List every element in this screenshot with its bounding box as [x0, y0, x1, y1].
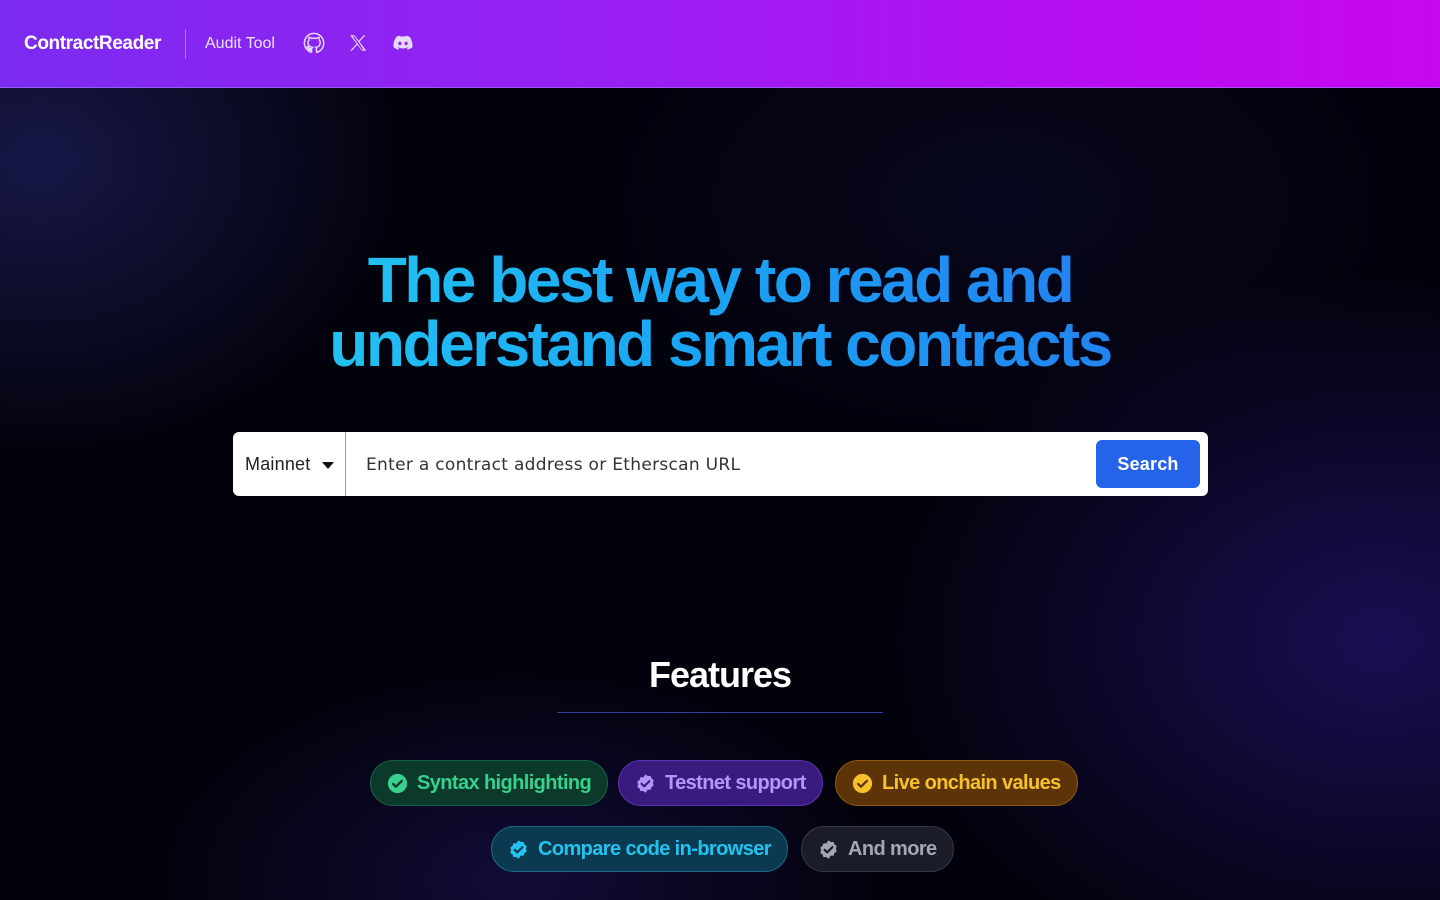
nav-divider	[185, 29, 186, 59]
top-navbar: ContractReader Audit Tool	[0, 0, 1440, 88]
audit-tool-link[interactable]: Audit Tool	[205, 35, 275, 53]
x-twitter-icon[interactable]	[347, 32, 369, 54]
caret-down-icon	[322, 462, 334, 469]
hero-title-line-1: The best way to read and	[367, 244, 1075, 316]
verified-badge-icon	[637, 773, 654, 793]
hero-title-line-2: understand smart contracts	[329, 308, 1113, 380]
network-selected-value: Mainnet	[245, 453, 311, 474]
features-divider	[557, 712, 883, 713]
contract-search-bar: Mainnet Search	[233, 432, 1208, 496]
verified-badge-icon	[820, 839, 837, 859]
verified-badge-icon	[510, 839, 527, 859]
feature-pill-live-onchain-values: Live onchain values	[835, 760, 1078, 806]
check-circle-icon	[852, 773, 873, 793]
hero-title: The best way to read and understand smar…	[0, 248, 1440, 376]
feature-label: Testnet support	[665, 771, 806, 794]
feature-pill-syntax-highlighting: Syntax highlighting	[370, 760, 609, 806]
feature-pill-compare-code: Compare code in-browser	[491, 826, 788, 872]
feature-pill-and-more: And more	[801, 826, 954, 872]
brand-logo-link[interactable]: ContractReader	[24, 33, 161, 55]
features-heading: Features	[648, 654, 792, 695]
network-select[interactable]: Mainnet	[233, 432, 346, 496]
discord-icon[interactable]	[392, 32, 414, 54]
feature-label: Live onchain values	[882, 771, 1061, 794]
feature-label: And more	[848, 837, 937, 860]
github-icon[interactable]	[303, 32, 325, 54]
contract-address-input[interactable]	[346, 433, 1096, 495]
feature-pill-testnet-support: Testnet support	[618, 760, 823, 806]
feature-label: Compare code in-browser	[538, 837, 772, 860]
search-button[interactable]: Search	[1096, 440, 1200, 488]
check-circle-icon	[387, 773, 408, 793]
feature-label: Syntax highlighting	[417, 771, 592, 794]
